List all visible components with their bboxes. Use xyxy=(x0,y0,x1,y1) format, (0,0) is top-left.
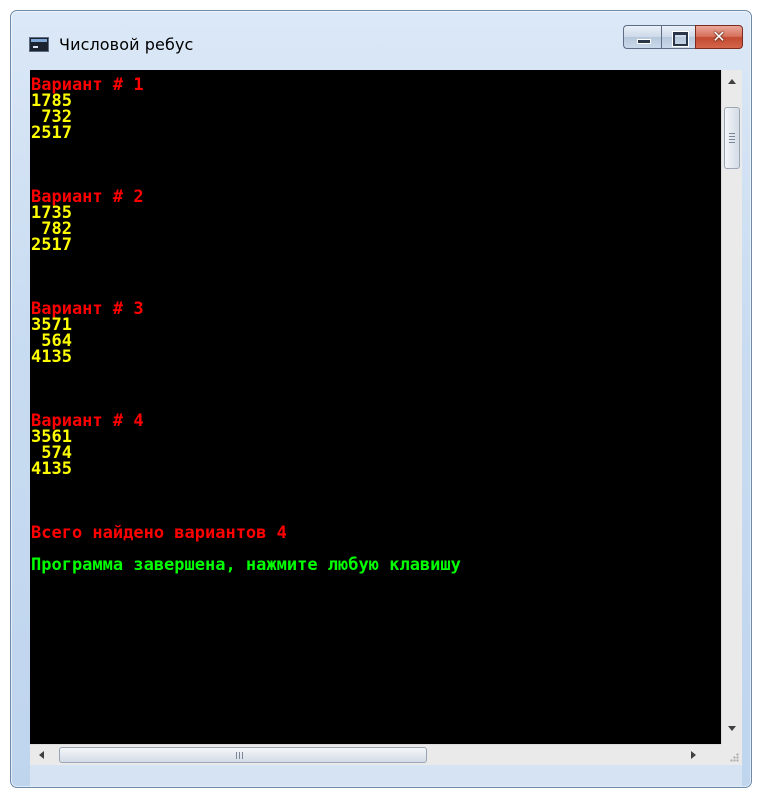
minimize-button[interactable] xyxy=(623,25,661,49)
maximize-icon xyxy=(672,31,689,47)
finish-message: Программа завершена, нажмите любую клави… xyxy=(31,555,461,575)
arrow-up-icon xyxy=(728,79,736,84)
console-window: Числовой ребус ✕ Вариант # 1 1785 732 25… xyxy=(10,10,752,788)
vertical-scroll-thumb[interactable] xyxy=(724,107,740,169)
variant-heading: Вариант # 2 xyxy=(31,187,144,207)
console-client-area: Вариант # 1 1785 732 2517 Вариант # 2 17… xyxy=(30,70,742,786)
number-line: 2517 xyxy=(31,235,72,255)
window-bottom-strip xyxy=(30,765,742,786)
number-line: 564 xyxy=(31,331,72,351)
minimize-icon xyxy=(637,39,651,44)
resize-grip-icon xyxy=(730,753,739,762)
close-button[interactable]: ✕ xyxy=(695,25,743,49)
variant-heading: Вариант # 3 xyxy=(31,299,144,319)
vertical-scrollbar[interactable] xyxy=(721,70,742,744)
variant-heading: Вариант # 1 xyxy=(31,75,144,95)
summary-line: Всего найдено вариантов 4 xyxy=(31,523,287,543)
title-bar[interactable]: Числовой ребус ✕ xyxy=(11,11,751,67)
resize-grip[interactable] xyxy=(721,744,742,765)
number-line: 1785 xyxy=(31,91,72,111)
scroll-right-icon[interactable] xyxy=(691,751,696,759)
close-icon: ✕ xyxy=(712,27,726,46)
maximize-button[interactable] xyxy=(661,25,695,49)
caption-buttons: ✕ xyxy=(623,25,743,49)
scroll-left-icon[interactable] xyxy=(39,751,44,759)
scroll-up-button[interactable] xyxy=(722,70,743,90)
number-line: 574 xyxy=(31,443,72,463)
number-line: 3571 xyxy=(31,315,72,335)
console-output[interactable]: Вариант # 1 1785 732 2517 Вариант # 2 17… xyxy=(30,70,721,744)
number-line: 4135 xyxy=(31,347,72,367)
number-line: 1735 xyxy=(31,203,72,223)
arrow-down-icon xyxy=(728,726,736,731)
number-line: 3561 xyxy=(31,427,72,447)
number-line: 782 xyxy=(31,219,72,239)
number-line: 732 xyxy=(31,107,72,127)
variant-heading: Вариант # 4 xyxy=(31,411,144,431)
window-title: Числовой ребус xyxy=(59,35,194,54)
horizontal-scrollbar[interactable] xyxy=(30,744,721,765)
number-line: 2517 xyxy=(31,123,72,143)
horizontal-scroll-thumb[interactable] xyxy=(59,747,427,763)
number-line: 4135 xyxy=(31,459,72,479)
scroll-down-button[interactable] xyxy=(722,720,743,740)
grip-icon xyxy=(236,752,243,759)
grip-icon xyxy=(729,133,735,145)
console-app-icon[interactable] xyxy=(29,37,49,52)
